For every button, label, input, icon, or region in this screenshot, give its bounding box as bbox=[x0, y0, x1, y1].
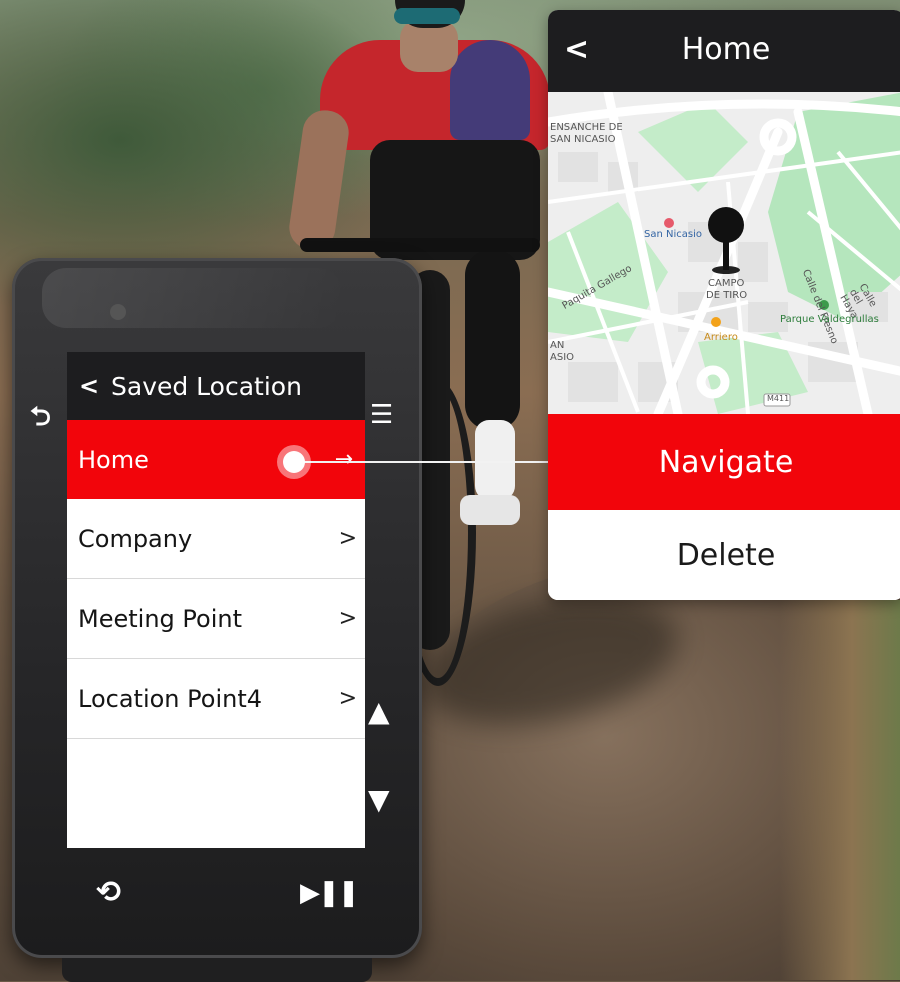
back-arrow-icon[interactable]: ⮌ bbox=[30, 404, 51, 430]
cyclist-sock bbox=[475, 420, 515, 500]
chevron-right-icon: > bbox=[338, 606, 357, 631]
dry-brush bbox=[780, 600, 900, 980]
device-mount bbox=[62, 958, 372, 982]
list-item-label: Company bbox=[78, 524, 193, 553]
cyclist-jersey-pattern bbox=[450, 40, 530, 140]
menu-icon[interactable]: ☰ bbox=[370, 402, 393, 428]
map-label: CAMPO bbox=[708, 278, 745, 289]
cyclist-arm bbox=[286, 107, 352, 253]
list-item-label: Home bbox=[78, 445, 149, 474]
map-label: Parque Valdegrullas bbox=[780, 314, 879, 325]
chevron-right-icon: > bbox=[338, 526, 357, 551]
map-label: DE TIRO bbox=[706, 290, 748, 301]
list-item-home[interactable]: Home → bbox=[67, 420, 365, 499]
navigate-button[interactable]: Navigate bbox=[548, 414, 900, 510]
device-screen: < Saved Location Home → Company > Meetin… bbox=[67, 352, 365, 848]
loop-icon[interactable]: ⟲ bbox=[96, 878, 121, 908]
cyclist-glasses bbox=[394, 8, 460, 24]
bezel-shine bbox=[42, 268, 342, 328]
popup-title: Home bbox=[681, 32, 771, 67]
map-label: SAN NICASIO bbox=[550, 134, 616, 145]
location-map[interactable]: ENSANCHE DE SAN NICASIO San Nicasio Paqu… bbox=[548, 92, 900, 414]
location-detail-popup: < Home ENSANCHE DE SAN NICASIO San Nicas… bbox=[548, 10, 900, 600]
map-label: San Nicasio bbox=[644, 229, 702, 240]
up-arrow-icon[interactable]: ▲ bbox=[368, 698, 390, 726]
delete-button[interactable]: Delete bbox=[548, 510, 900, 600]
list-item-label: Location Point4 bbox=[78, 684, 262, 713]
chevron-right-icon: → bbox=[334, 447, 353, 472]
cyclist-leg bbox=[465, 250, 520, 430]
down-arrow-icon[interactable]: ▼ bbox=[368, 786, 390, 814]
touch-indicator bbox=[283, 451, 305, 473]
list-item-label: Meeting Point bbox=[78, 604, 242, 633]
bike-handlebar bbox=[300, 238, 540, 252]
chevron-right-icon: > bbox=[338, 686, 357, 711]
light-sensor bbox=[110, 304, 126, 320]
screen-title: Saved Location bbox=[111, 371, 302, 401]
list-item-location-point4[interactable]: Location Point4 > bbox=[67, 659, 365, 739]
list-item-meeting-point[interactable]: Meeting Point > bbox=[67, 579, 365, 659]
map-label: AN bbox=[550, 340, 565, 351]
map-label: ENSANCHE DE bbox=[550, 122, 623, 133]
map-label: Arriero bbox=[704, 332, 738, 343]
connector-line bbox=[296, 461, 550, 463]
play-pause-icon[interactable]: ▶❚❚ bbox=[300, 880, 360, 906]
screen-header: < Saved Location bbox=[67, 352, 365, 420]
popup-header: < Home bbox=[548, 10, 900, 92]
map-label: ASIO bbox=[550, 352, 575, 363]
bike-computer: ⮌ ☰ ▲ ▼ ⟲ ▶❚❚ < Saved Location Home → Co… bbox=[12, 258, 422, 982]
chevron-left-icon[interactable]: < bbox=[67, 372, 111, 400]
cyclist-shoe bbox=[460, 495, 520, 525]
road-badge: M411 bbox=[767, 394, 790, 403]
list-item-company[interactable]: Company > bbox=[67, 499, 365, 579]
